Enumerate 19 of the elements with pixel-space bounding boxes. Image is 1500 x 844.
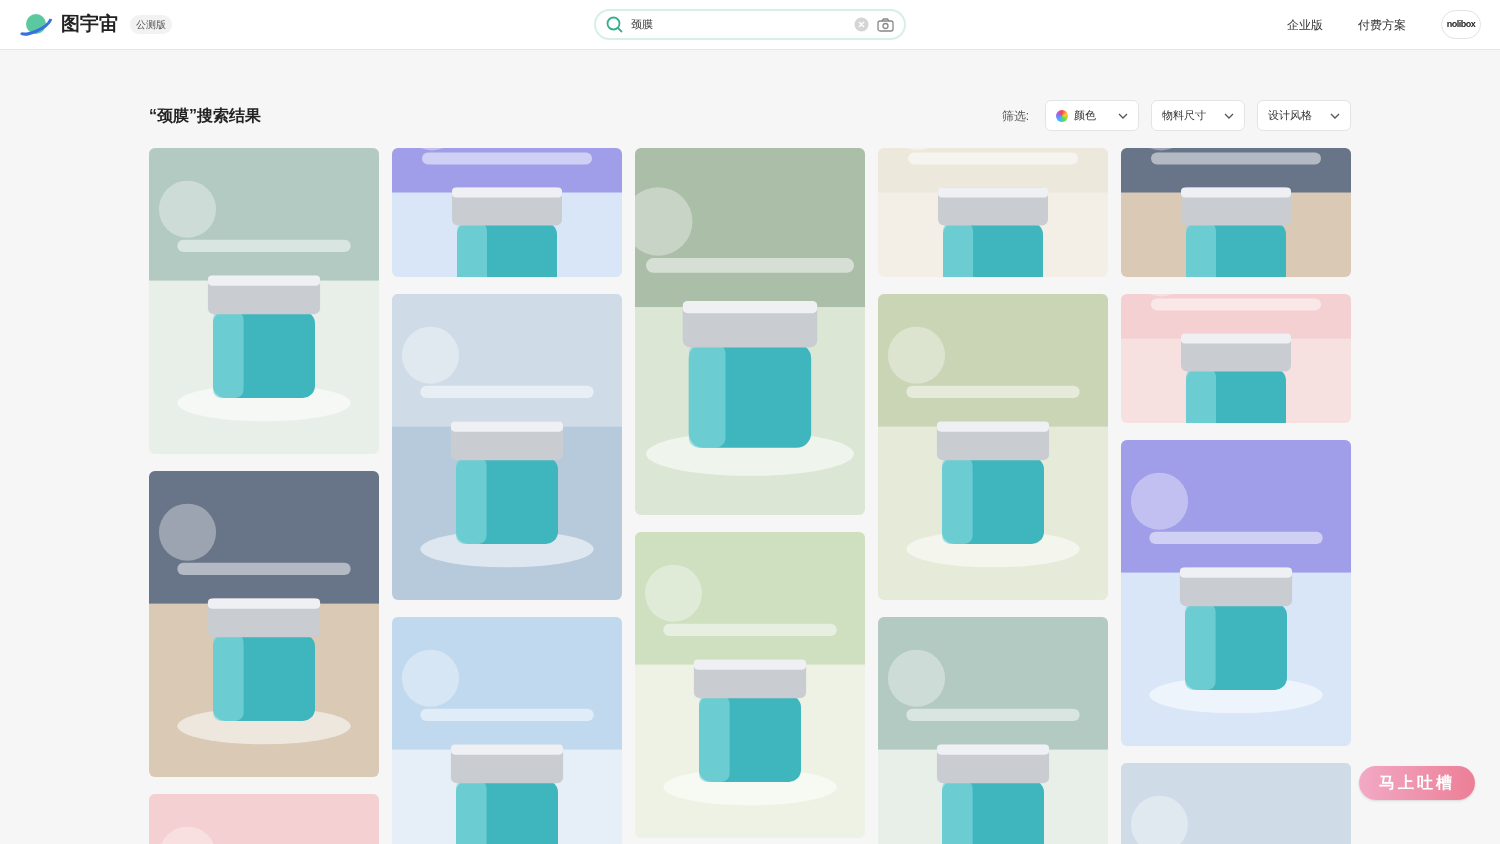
search-field[interactable]: 颈膜 [594,9,906,40]
chevron-down-icon [1224,112,1234,119]
chevron-down-icon [1118,112,1128,119]
planet-logo-icon [19,12,53,37]
nav-link[interactable]: 付费方案 [1358,15,1406,34]
color-wheel-icon [1056,109,1068,122]
nav-link[interactable]: 企业版 [1287,15,1323,34]
beta-badge: 公测版 [130,15,172,34]
camera-icon[interactable] [877,17,894,32]
avatar[interactable]: nolibox [1441,10,1481,39]
filter-dropdown[interactable]: 设计风格 [1257,100,1351,131]
chevron-down-icon [1330,112,1340,119]
filter-label: 筛选: [1001,107,1029,125]
filter-dropdown[interactable]: 颜色 [1045,100,1139,131]
search-query: 颈膜 [631,17,654,33]
search-icon [606,16,623,33]
logo-text: 图宇宙 [61,12,118,37]
filter-dropdown[interactable]: 物料尺寸 [1151,100,1245,131]
results-title: “颈膜”搜索结果 [149,105,261,126]
